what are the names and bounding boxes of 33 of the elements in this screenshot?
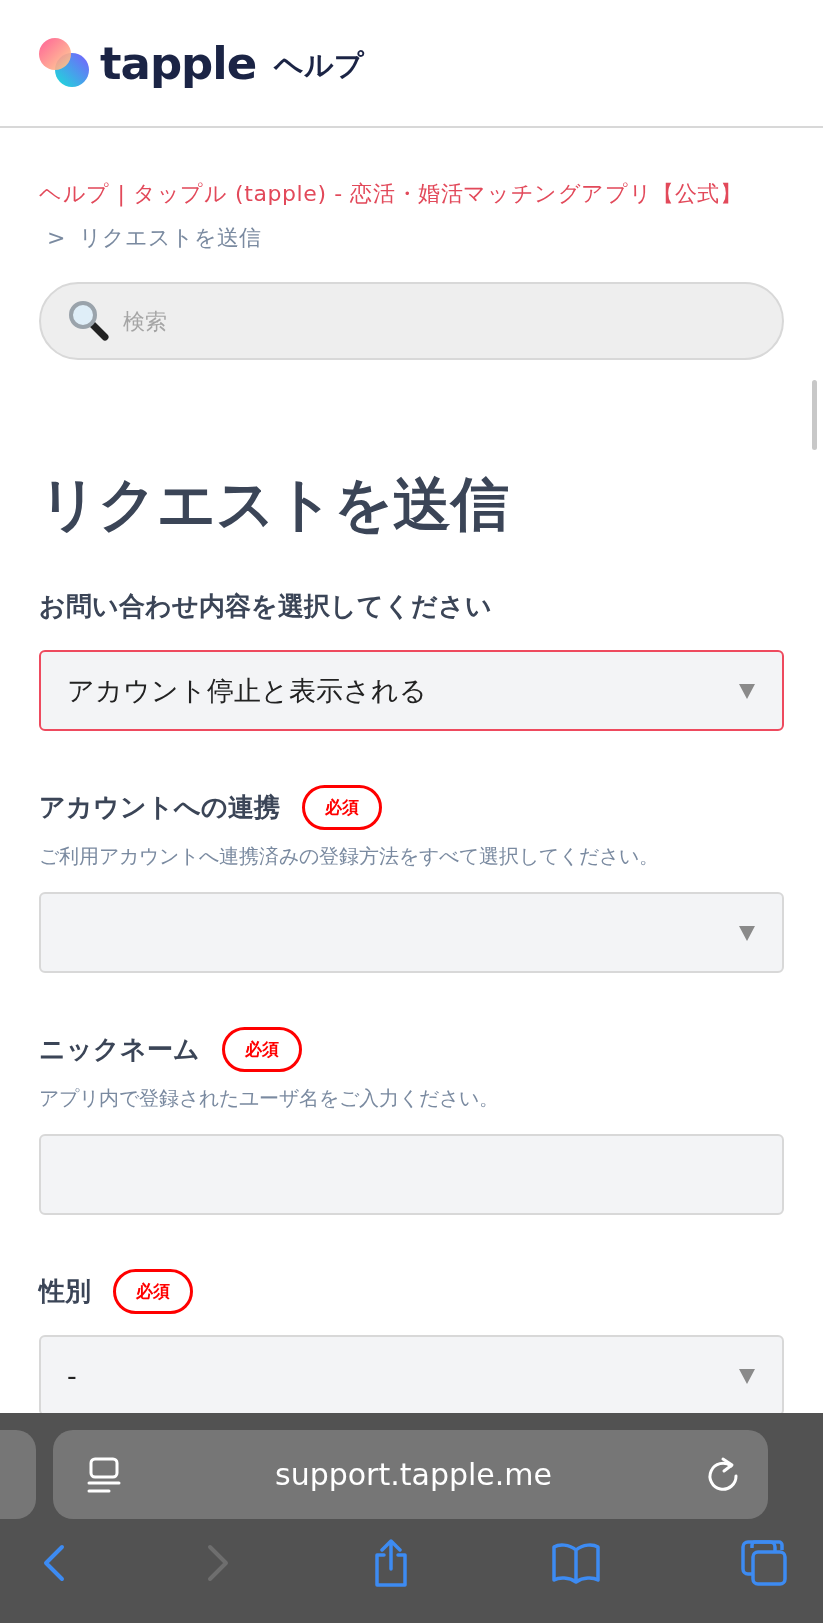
tab-pill[interactable] <box>0 1430 36 1519</box>
url-text: support.tapple.me <box>275 1457 552 1492</box>
required-badge: 必須 <box>222 1026 302 1072</box>
caret-icon <box>738 923 756 942</box>
field-hint: アプリ内で登録されたユーザ名をご入力ください。 <box>39 1085 500 1112</box>
field-label: アカウントへの連携 <box>39 790 280 824</box>
select-field[interactable]: アカウント停止と表示される <box>39 650 784 731</box>
tabs-icon[interactable] <box>741 1540 787 1586</box>
breadcrumb-separator: > <box>47 225 66 250</box>
section-title: ヘルプ <box>274 47 365 84</box>
logo-icon <box>38 37 90 89</box>
breadcrumb-current: リクエストを送信 <box>79 225 262 250</box>
required-badge: 必須 <box>302 784 382 830</box>
back-icon[interactable] <box>42 1544 66 1582</box>
input-field[interactable] <box>39 1134 784 1215</box>
caret-icon <box>738 681 756 700</box>
caret-icon <box>738 1366 756 1385</box>
logo-text[interactable]: tapple <box>100 36 257 90</box>
field-label: お問い合わせ内容を選択してください <box>39 589 492 623</box>
breadcrumb-link[interactable]: ヘルプ | タップル (tapple) - 恋活・婚活マッチングアプリ【公式】 <box>39 172 784 216</box>
bookmarks-icon[interactable] <box>550 1542 601 1584</box>
address-bar[interactable]: support.tapple.me <box>53 1430 768 1519</box>
page-title: リクエストを送信 <box>39 469 510 540</box>
required-badge: 必須 <box>113 1268 193 1314</box>
field-hint: ご利用アカウントへ連携済みの登録方法をすべて選択してください。 <box>39 843 660 870</box>
reload-icon[interactable] <box>706 1455 740 1494</box>
select-field[interactable] <box>39 892 784 973</box>
select-field[interactable]: - <box>39 1335 784 1413</box>
scrollbar <box>812 380 817 450</box>
search-field[interactable]: 検索 <box>39 282 784 360</box>
reader-icon[interactable] <box>87 1455 121 1494</box>
field-label: 性別 <box>39 1274 91 1308</box>
field-label: ニックネーム <box>39 1032 200 1066</box>
